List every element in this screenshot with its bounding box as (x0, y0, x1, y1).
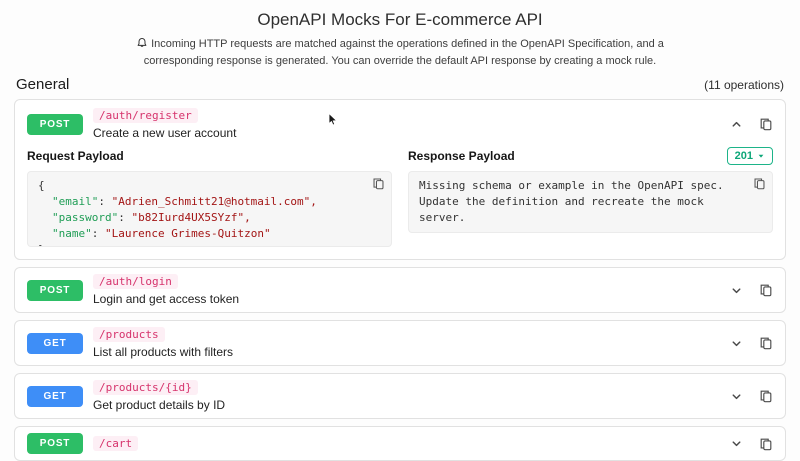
request-payload-label: Request Payload (27, 149, 124, 164)
request-column: Request Payload { "email": "Adrien_Schmi… (27, 146, 392, 248)
expand-button[interactable] (730, 437, 743, 450)
request-payload-code[interactable]: { "email": "Adrien_Schmitt21@hotmail.com… (27, 171, 392, 248)
operation-card-products: GET /products List all products with fil… (14, 320, 786, 367)
section-row: General (11 operations) (0, 69, 800, 99)
response-column: Response Payload 201 Missing schema or e… (408, 146, 773, 247)
section-title: General (16, 76, 70, 94)
chevron-down-icon (732, 341, 741, 346)
bell-icon (137, 38, 147, 48)
chevron-up-icon (732, 121, 741, 127)
json-key: "password" (52, 211, 119, 225)
copy-icon (760, 391, 772, 403)
json-brace: } (38, 243, 45, 246)
json-value: "Laurence Grimes-Quitzon" (105, 227, 271, 241)
endpoint-path: /cart (93, 436, 139, 452)
json-value: "b82Iurd4UX5SYzf", (131, 211, 251, 225)
header-icons (730, 437, 773, 451)
json-brace: { (38, 179, 45, 193)
operation-text: /auth/register Create a new user account (93, 108, 236, 140)
copy-icon (373, 178, 384, 190)
method-badge: POST (27, 433, 83, 455)
expand-button[interactable] (730, 390, 743, 403)
chevron-down-icon (732, 288, 741, 293)
header-icons (730, 389, 773, 403)
code-line: } (38, 242, 381, 246)
method-badge: GET (27, 332, 83, 354)
endpoint-description: Create a new user account (93, 126, 237, 141)
operation-text: /products List all products with filters (93, 327, 233, 359)
page: OpenAPI Mocks For E-commerce API Incomin… (0, 0, 800, 461)
endpoint-description: List all products with filters (93, 345, 234, 360)
operation-card-auth-login: POST /auth/login Login and get access to… (14, 267, 786, 314)
operation-card-product-by-id: GET /products/{id} Get product details b… (14, 373, 786, 420)
code-line: "email": "Adrien_Schmitt21@hotmail.com", (38, 194, 381, 210)
collapse-button[interactable] (730, 118, 743, 131)
info-banner: Incoming HTTP requests are matched again… (120, 36, 680, 69)
copy-endpoint-button[interactable] (759, 336, 773, 350)
header-icons (730, 283, 773, 297)
operation-card-auth-register: POST /auth/register Create a new user ac… (14, 99, 786, 261)
page-title: OpenAPI Mocks For E-commerce API (257, 10, 543, 29)
json-separator: : (91, 227, 105, 241)
copy-icon (760, 285, 772, 297)
endpoint-path: /auth/login (93, 274, 178, 290)
response-col-head: Response Payload 201 (408, 146, 773, 166)
copy-icon (754, 178, 765, 190)
operation-header[interactable]: POST /auth/login Login and get access to… (15, 268, 785, 312)
json-separator: : (118, 211, 132, 225)
header-icons (730, 117, 773, 131)
json-key: "name" (52, 227, 92, 241)
json-key: "email" (52, 195, 99, 209)
copy-icon (760, 338, 772, 350)
copy-endpoint-button[interactable] (759, 389, 773, 403)
response-payload-code: Missing schema or example in the OpenAPI… (408, 171, 773, 234)
code-line: "name": "Laurence Grimes-Quitzon" (38, 226, 381, 242)
endpoint-description: Get product details by ID (93, 398, 226, 413)
method-badge: GET (27, 385, 83, 407)
operation-text: /cart (93, 436, 139, 452)
code-line: "password": "b82Iurd4UX5SYzf", (38, 210, 381, 226)
copy-icon (760, 119, 772, 131)
expand-button[interactable] (730, 284, 743, 297)
operation-card-clipped: POST /cart (14, 426, 786, 461)
operation-text: /products/{id} Get product details by ID (93, 380, 225, 412)
expand-button[interactable] (730, 337, 743, 350)
endpoint-path: /products (93, 327, 165, 343)
copy-endpoint-button[interactable] (759, 117, 773, 131)
operation-text: /auth/login Login and get access token (93, 274, 239, 306)
status-code-select[interactable]: 201 (726, 147, 773, 166)
method-badge: POST (27, 279, 83, 301)
method-badge: POST (27, 113, 83, 135)
copy-response-button[interactable] (753, 177, 766, 190)
operation-header[interactable]: POST /cart (15, 427, 785, 460)
copy-endpoint-button[interactable] (759, 283, 773, 297)
endpoint-path: /auth/register (93, 108, 198, 124)
json-value: "Adrien_Schmitt21@hotmail.com", (111, 195, 317, 209)
endpoint-description: Login and get access token (93, 292, 240, 307)
json-separator: : (98, 195, 112, 209)
caret-down-icon (758, 155, 764, 158)
copy-endpoint-button[interactable] (759, 437, 773, 451)
header-icons (730, 336, 773, 350)
operations-count: (11 operations) (704, 78, 784, 93)
response-message: Missing schema or example in the OpenAPI… (419, 179, 724, 225)
operation-body: Request Payload { "email": "Adrien_Schmi… (15, 142, 785, 259)
status-code-value: 201 (734, 150, 753, 163)
operation-header[interactable]: GET /products/{id} Get product details b… (15, 374, 785, 418)
mouse-cursor (328, 112, 338, 126)
info-text: Incoming HTTP requests are matched again… (143, 38, 664, 67)
copy-request-button[interactable] (372, 177, 385, 190)
chevron-down-icon (732, 394, 741, 399)
endpoint-path: /products/{id} (93, 380, 198, 396)
request-col-head: Request Payload (27, 146, 392, 166)
operation-header[interactable]: POST /auth/register Create a new user ac… (15, 100, 785, 142)
response-payload-label: Response Payload (408, 149, 515, 164)
copy-icon (760, 438, 772, 451)
operation-header[interactable]: GET /products List all products with fil… (15, 321, 785, 365)
chevron-down-icon (732, 441, 741, 447)
code-line: { (38, 178, 381, 194)
